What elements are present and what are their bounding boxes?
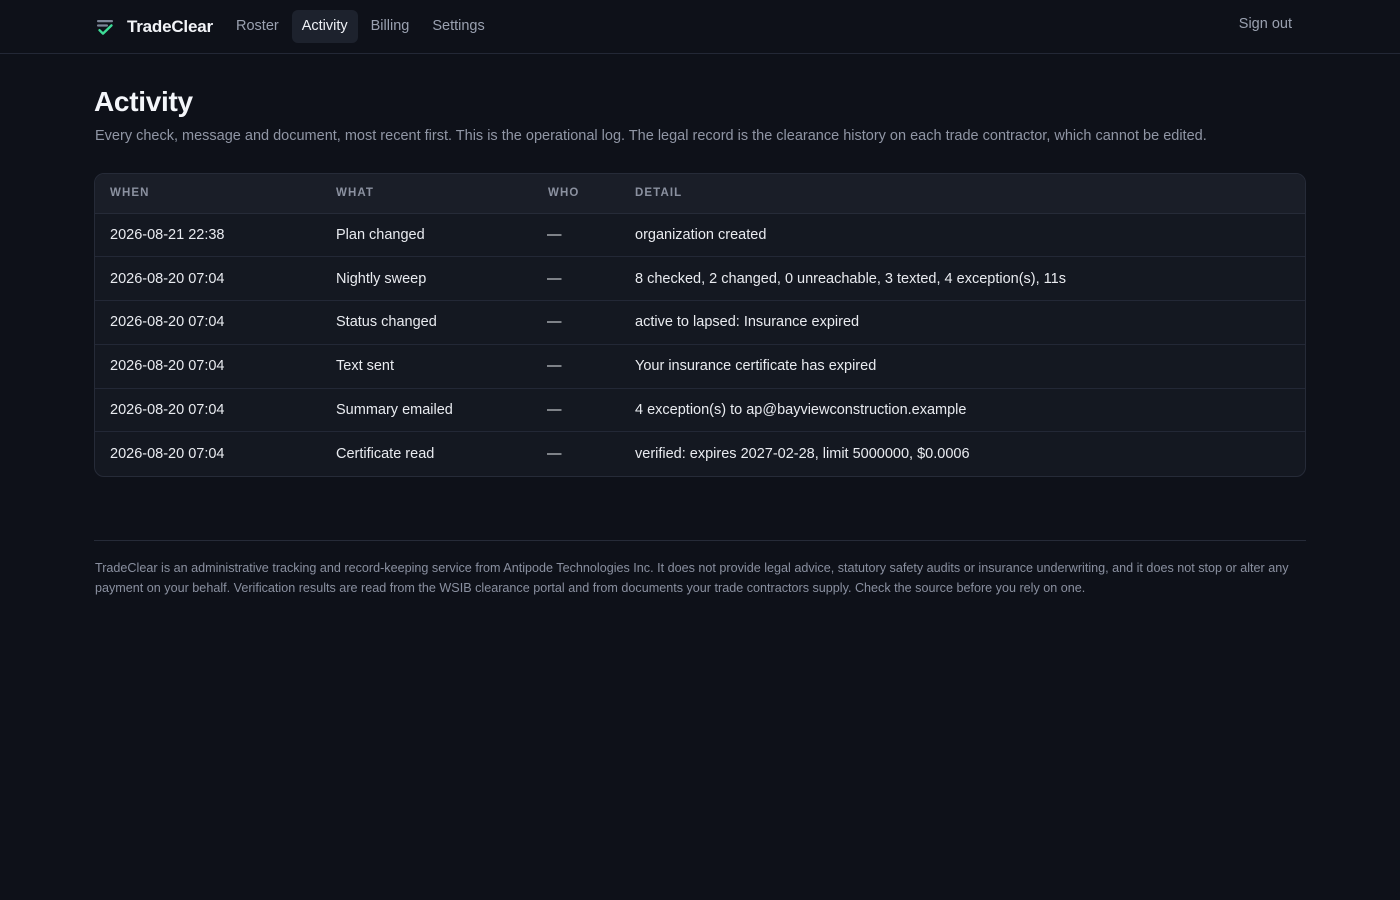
nav-item-roster[interactable]: Roster [226, 10, 289, 43]
column-header-detail: DETAIL [620, 174, 1305, 214]
table-row: 2026-08-20 07:04 Summary emailed — 4 exc… [95, 388, 1305, 433]
nav-item-settings[interactable]: Settings [422, 10, 494, 43]
cell-who: — [533, 213, 620, 258]
cell-who: — [547, 446, 562, 463]
cell-when: 2026-08-20 07:04 [110, 446, 225, 463]
table-row: 2026-08-20 07:04 Nightly sweep — 8 check… [95, 256, 1305, 302]
column-header-what: WHAT [321, 174, 533, 214]
cell-detail: organization created [620, 213, 1305, 258]
cell-detail: 4 exception(s) to ap@bayviewconstruction… [620, 388, 1305, 433]
cell-detail: active to lapsed: Insurance expired [620, 300, 1305, 345]
table-header-row: WHEN WHAT WHO DETAIL [95, 174, 1305, 214]
cell-who: — [533, 300, 620, 345]
cell-what: Plan changed [321, 213, 533, 258]
cell-detail: 8 checked, 2 changed, 0 unreachable, 3 t… [620, 256, 1305, 302]
footer-divider [94, 540, 1306, 541]
table-row: 2026-08-20 07:04 Certificate read — veri… [95, 432, 1305, 476]
footer-disclaimer: TradeClear is an administrative tracking… [95, 561, 1289, 595]
nav-item-billing[interactable]: Billing [361, 10, 420, 43]
table-row: 2026-08-20 07:04 Status changed — active… [95, 300, 1305, 345]
activity-log-table: WHEN WHAT WHO DETAIL 2026-08-21 22:38 Pl… [94, 173, 1306, 477]
cell-who: — [533, 344, 620, 389]
table-row: 2026-08-21 22:38 Plan changed — organiza… [95, 213, 1305, 258]
cell-detail: Your insurance certificate has expired [620, 344, 1305, 389]
sign-out-link[interactable]: Sign out [1239, 16, 1292, 32]
cell-when: 2026-08-20 07:04 [95, 344, 321, 389]
column-header-who: WHO [533, 174, 620, 214]
cell-what: Summary emailed [321, 388, 533, 433]
main-nav: Roster Activity Billing Settings [226, 10, 498, 43]
cell-when: 2026-08-20 07:04 [95, 300, 321, 345]
column-header-when: WHEN [95, 174, 321, 214]
cell-what: Text sent [321, 344, 533, 389]
nav-item-activity[interactable]: Activity [291, 10, 358, 43]
top-navigation-bar: TradeClear Roster Activity Billing Setti… [0, 0, 1400, 54]
brand[interactable]: TradeClear [95, 14, 213, 40]
cell-who: — [533, 256, 620, 302]
cell-what: Status changed [321, 300, 533, 345]
cell-what: Nightly sweep [321, 256, 533, 302]
table-row: 2026-08-20 07:04 Text sent — Your insura… [95, 344, 1305, 389]
page-subtitle: Every check, message and document, most … [95, 128, 1207, 144]
cell-when: 2026-08-21 22:38 [95, 213, 321, 258]
cell-detail: verified: expires 2027-02-28, limit 5000… [635, 446, 970, 463]
cell-what: Certificate read [336, 446, 435, 463]
cell-who: — [533, 388, 620, 433]
cell-when: 2026-08-20 07:04 [95, 388, 321, 433]
brand-name: TradeClear [127, 17, 213, 36]
page-title: Activity [94, 86, 193, 117]
cell-when: 2026-08-20 07:04 [95, 256, 321, 302]
tradeclear-check-logo-icon [95, 17, 115, 37]
